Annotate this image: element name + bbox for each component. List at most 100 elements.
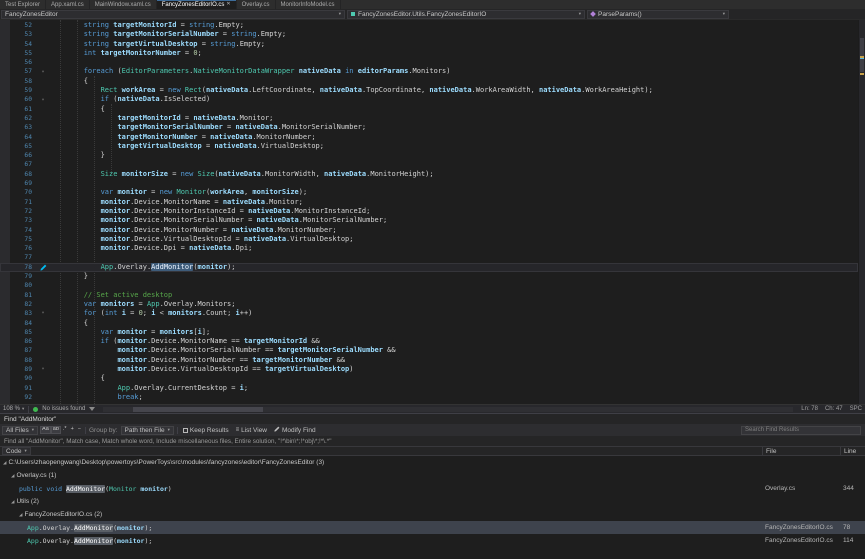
find-row-6[interactable]: App.Overlay.AddMonitor(monitor);FancyZon…	[0, 534, 865, 547]
collapse-chevron-icon[interactable]: ▾	[36, 365, 50, 374]
horizontal-scrollbar[interactable]	[103, 407, 793, 412]
search-find-results-input[interactable]: Search Find Results	[741, 426, 861, 435]
code-filter-dropdown[interactable]: Code ▾	[2, 447, 31, 455]
code-text[interactable]: monitor.Device.MonitorInstanceId = nativ…	[50, 207, 858, 216]
code-line-81[interactable]: 81 // Set active desktop	[0, 291, 858, 300]
scope-dropdown[interactable]: All Files ▾	[2, 426, 38, 435]
code-text[interactable]: string targetVirtualDesktop = string.Emp…	[50, 40, 858, 49]
find-results-tab[interactable]: Find "AddMonitor"	[0, 414, 865, 424]
expander-icon[interactable]: ◢	[11, 473, 14, 479]
code-line-87[interactable]: 87 monitor.Device.MonitorSerialNumber ==…	[0, 346, 858, 355]
tab-mainwindow-xaml-cs[interactable]: MainWindow.xaml.cs	[90, 0, 157, 9]
code-text[interactable]: var monitors = App.Overlay.Monitors;	[50, 300, 858, 309]
collapse-all-icon[interactable]: −	[77, 427, 82, 433]
code-text[interactable]: string targetMonitorId = string.Empty;	[50, 21, 858, 30]
code-text[interactable]: string targetMonitorSerialNumber = strin…	[50, 30, 858, 39]
code-text[interactable]: var monitor = monitors[i];	[50, 328, 858, 337]
code-text[interactable]: monitor.Device.MonitorNumber == targetMo…	[50, 356, 858, 365]
list-view-button[interactable]: ≡ List View	[234, 427, 269, 434]
code-text[interactable]	[50, 58, 858, 67]
expander-icon[interactable]: ◢	[19, 512, 22, 518]
code-line-65[interactable]: 65 targetVirtualDesktop = nativeData.Vir…	[0, 142, 858, 151]
code-text[interactable]	[50, 281, 858, 290]
expander-icon[interactable]: ◢	[3, 460, 6, 466]
column-header-line[interactable]: Line	[840, 447, 865, 455]
code-text[interactable]	[50, 179, 858, 188]
tab-test-explorer[interactable]: Test Explorer	[0, 0, 46, 9]
code-text[interactable]: targetMonitorSerialNumber = nativeData.M…	[50, 123, 858, 132]
code-line-77[interactable]: 77	[0, 253, 858, 262]
code-line-59[interactable]: 59 Rect workArea = new Rect(nativeData.L…	[0, 86, 858, 95]
scrollbar-thumb[interactable]	[133, 407, 263, 412]
expander-icon[interactable]: ◢	[11, 499, 14, 505]
code-text[interactable]: monitor.Device.MonitorNumber = nativeDat…	[50, 226, 858, 235]
code-line-54[interactable]: 54 string targetVirtualDesktop = string.…	[0, 40, 858, 49]
code-line-80[interactable]: 80	[0, 281, 858, 290]
code-text[interactable]: if (monitor.Device.MonitorName == target…	[50, 337, 858, 346]
code-line-83[interactable]: 83▾ for (int i = 0; i < monitors.Count; …	[0, 309, 858, 318]
scrollbar-thumb[interactable]	[860, 38, 864, 72]
code-line-61[interactable]: 61 {	[0, 105, 858, 114]
tab-app-xaml-cs[interactable]: App.xaml.cs	[46, 0, 90, 9]
find-row-1[interactable]: ◢Overlay.cs (1)	[0, 469, 865, 482]
code-text[interactable]: Rect workArea = new Rect(nativeData.Left…	[50, 86, 858, 95]
code-text[interactable]: // Set active desktop	[50, 291, 858, 300]
collapse-chevron-icon[interactable]: ▾	[36, 95, 50, 104]
code-line-90[interactable]: 90 {	[0, 374, 858, 383]
code-line-85[interactable]: 85 var monitor = monitors[i];	[0, 328, 858, 337]
modify-find-button[interactable]: Modify Find	[272, 426, 318, 434]
code-line-52[interactable]: 52 string targetMonitorId = string.Empty…	[0, 21, 858, 30]
code-line-84[interactable]: 84 {	[0, 319, 858, 328]
code-line-55[interactable]: 55 int targetMonitorNumber = 0;	[0, 49, 858, 58]
code-text[interactable]: Size monitorSize = new Size(nativeData.M…	[50, 170, 858, 179]
code-text[interactable]: targetVirtualDesktop = nativeData.Virtua…	[50, 142, 858, 151]
code-line-64[interactable]: 64 targetMonitorNumber = nativeData.Moni…	[0, 133, 858, 142]
issues-status[interactable]: No issues found	[42, 406, 85, 412]
group-by-dropdown[interactable]: Path then File ▾	[121, 426, 174, 435]
code-text[interactable]: break;	[50, 393, 858, 402]
expand-all-icon[interactable]: +	[70, 427, 75, 433]
project-dropdown[interactable]: FancyZonesEditor ▾	[1, 10, 345, 19]
code-line-76[interactable]: 76 monitor.Device.Dpi = nativeData.Dpi;	[0, 244, 858, 253]
code-line-58[interactable]: 58 {	[0, 77, 858, 86]
code-text[interactable]: targetMonitorId = nativeData.Monitor;	[50, 114, 858, 123]
code-line-70[interactable]: 70 var monitor = new Monitor(workArea, m…	[0, 188, 858, 197]
code-text[interactable]: App.Overlay.AddMonitor(monitor);	[50, 263, 858, 272]
regex-icon[interactable]: .*	[62, 427, 68, 433]
code-line-60[interactable]: 60▾ if (nativeData.IsSelected)	[0, 95, 858, 104]
code-line-69[interactable]: 69	[0, 179, 858, 188]
spaces-indicator[interactable]: SPC	[850, 406, 862, 412]
code-line-73[interactable]: 73 monitor.Device.MonitorSerialNumber = …	[0, 216, 858, 225]
find-row-4[interactable]: ◢FancyZonesEditorIO.cs (2)	[0, 508, 865, 521]
code-line-57[interactable]: 57▾ foreach (EditorParameters.NativeMoni…	[0, 67, 858, 76]
code-line-88[interactable]: 88 monitor.Device.MonitorNumber == targe…	[0, 356, 858, 365]
collapse-chevron-icon[interactable]: ▾	[36, 309, 50, 318]
tab-monitorinfomodel-cs[interactable]: MonitorInfoModel.cs	[276, 0, 341, 9]
code-text[interactable]: monitor.Device.VirtualDesktopId = native…	[50, 235, 858, 244]
code-line-75[interactable]: 75 monitor.Device.VirtualDesktopId = nat…	[0, 235, 858, 244]
code-text[interactable]: }	[50, 151, 858, 160]
keep-results-button[interactable]: Keep Results	[181, 427, 231, 434]
code-text[interactable]	[50, 253, 858, 262]
code-text[interactable]	[50, 160, 858, 169]
code-text[interactable]: monitor.Device.VirtualDesktopId == targe…	[50, 365, 858, 374]
code-line-53[interactable]: 53 string targetMonitorSerialNumber = st…	[0, 30, 858, 39]
match-case-icon[interactable]: Aa	[41, 427, 50, 433]
code-text[interactable]: for (int i = 0; i < monitors.Count; i++)	[50, 309, 858, 318]
code-line-62[interactable]: 62 targetMonitorId = nativeData.Monitor;	[0, 114, 858, 123]
code-text[interactable]: {	[50, 77, 858, 86]
code-text[interactable]: monitor.Device.MonitorSerialNumber == ta…	[50, 346, 858, 355]
code-line-63[interactable]: 63 targetMonitorSerialNumber = nativeDat…	[0, 123, 858, 132]
close-icon[interactable]: ✕	[226, 2, 230, 7]
zoom-control[interactable]: 108 % ▾	[3, 406, 24, 412]
find-row-2[interactable]: public void AddMonitor(Monitor monitor)O…	[0, 482, 865, 495]
code-line-68[interactable]: 68 Size monitorSize = new Size(nativeDat…	[0, 170, 858, 179]
code-text[interactable]: if (nativeData.IsSelected)	[50, 95, 858, 104]
find-row-3[interactable]: ◢Utils (2)	[0, 495, 865, 508]
code-text[interactable]: targetMonitorNumber = nativeData.Monitor…	[50, 133, 858, 142]
code-line-82[interactable]: 82 var monitors = App.Overlay.Monitors;	[0, 300, 858, 309]
code-line-56[interactable]: 56	[0, 58, 858, 67]
vertical-scrollbar[interactable]	[858, 20, 865, 404]
code-editor[interactable]: 52 string targetMonitorId = string.Empty…	[0, 20, 865, 404]
code-text[interactable]: {	[50, 374, 858, 383]
